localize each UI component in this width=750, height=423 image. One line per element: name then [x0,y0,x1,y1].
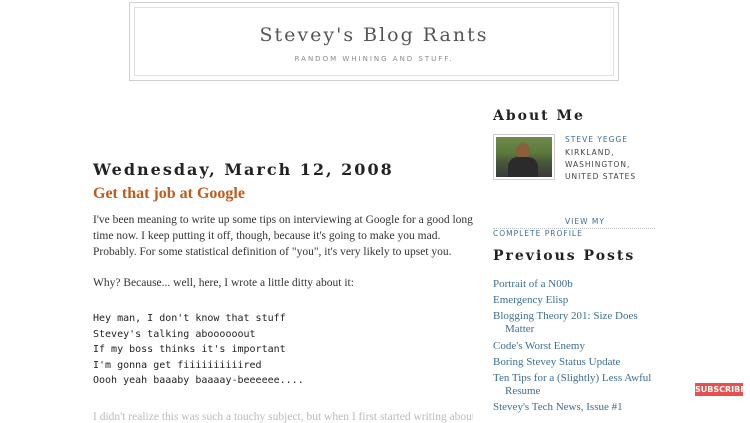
post-body: I've been meaning to write up some tips … [93,212,473,291]
previous-post-link[interactable]: Blogging Theory 201: Size Does Matter [493,310,653,336]
previous-post-link[interactable]: Stevey's Tech News, Issue #1 [493,401,653,414]
sidebar: About Me STEVE YEGGE KIRKLAND, WASHINGTO… [493,108,658,413]
profile-name-link[interactable]: STEVE YEGGE [565,135,628,144]
blog-title[interactable]: Stevey's Blog Rants [135,24,613,46]
previous-post-link[interactable]: Code's Worst Enemy [493,340,653,353]
post-paragraph: Why? Because... well, here, I wrote a li… [93,277,354,289]
ditty-line: I'm gonna get fiiiiiiiiiired [93,359,262,371]
main-content: Wednesday, March 12, 2008 Get that job a… [93,160,473,423]
previous-posts-heading: Previous Posts [493,248,636,264]
profile-location: KIRKLAND, WASHINGTON, UNITED STATES [565,148,637,181]
ditty-block: Hey man, I don't know that stuff Stevey's… [93,311,473,389]
previous-posts-list: Portrait of a N00b Emergency Elisp Blogg… [493,278,653,417]
subscribe-button[interactable]: SUBSCRIBE [695,383,746,396]
about-me-heading: About Me [493,108,585,124]
ditty-line: Hey man, I don't know that stuff [93,313,286,324]
post-date: Wednesday, March 12, 2008 [93,160,394,179]
blog-description: RANDOM WHINING AND STUFF. [294,55,454,63]
blog-header: Stevey's Blog Rants RANDOM WHINING AND S… [129,2,619,81]
post-cutoff-text: I didn't realize this was such a touchy … [93,410,473,423]
post-title-link[interactable]: Get that job at Google [93,185,473,203]
previous-post-link[interactable]: Emergency Elisp [493,294,653,307]
previous-post-link[interactable]: Ten Tips for a (Slightly) Less Awful Res… [493,372,653,398]
ditty-line: Stevey's talking aboooooout [93,328,256,340]
avatar-body-shape [508,157,538,177]
avatar[interactable] [493,134,555,180]
ditty-line: Oooh yeah baaaby baaaay-beeeeee.... [93,375,304,386]
previous-post-link[interactable]: Boring Stevey Status Update [493,356,653,369]
profile-photo [496,137,552,177]
ditty-line: If my boss thinks it's important [93,344,286,355]
blog-header-inner: Stevey's Blog Rants RANDOM WHINING AND S… [134,7,614,76]
previous-post-link[interactable]: Portrait of a N00b [493,278,653,291]
profile-container: STEVE YEGGE KIRKLAND, WASHINGTON, UNITED… [493,134,658,238]
sidebar-divider [493,228,655,229]
post-paragraph: I've been meaning to write up some tips … [93,214,473,258]
